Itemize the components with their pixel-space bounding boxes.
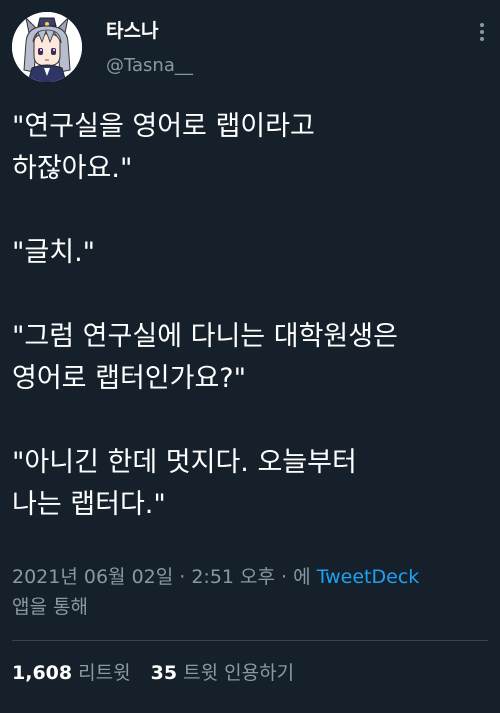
- tweet-stats: 1,608 리트윗 35 트윗 인용하기: [12, 660, 308, 686]
- tweet-paragraph: "글치.": [12, 232, 492, 274]
- avatar[interactable]: [12, 12, 82, 82]
- retweets-label: 리트윗: [78, 662, 131, 684]
- tweet-header: 타스나 @Tasna__: [0, 0, 500, 92]
- tweet-line: "글치.": [12, 237, 96, 268]
- tweet-line: "아니긴 한데 멋지다. 오늘부터: [12, 447, 357, 478]
- tweet-line: 나는 랩터다.": [12, 489, 166, 520]
- tweet-paragraph: "그럼 연구실에 다니는 대학원생은 영어로 랩터인가요?": [12, 316, 492, 400]
- tweet-paragraph: "연구실을 영어로 랩이라고 하잖아요.": [12, 106, 492, 190]
- tweet-line: "연구실을 영어로 랩이라고: [12, 111, 315, 142]
- via-suffix: 앱을 통해: [12, 596, 88, 618]
- tweet-metadata: 2021년 06월 02일 · 2:51 오후 · 에 TweetDeck 앱을…: [12, 562, 492, 622]
- quotes-label: 트윗 인용하기: [183, 662, 295, 684]
- avatar-image: [12, 12, 82, 82]
- tweet-line: 하잖아요.": [12, 153, 133, 184]
- quote-tweets-stat[interactable]: 35 트윗 인용하기: [151, 662, 294, 684]
- tweet-paragraph: "아니긴 한데 멋지다. 오늘부터 나는 랩터다.": [12, 442, 492, 526]
- more-vertical-icon[interactable]: [474, 20, 490, 44]
- user-handle[interactable]: @Tasna__: [106, 55, 193, 77]
- display-name[interactable]: 타스나: [106, 19, 158, 43]
- tweet-timestamp[interactable]: 2021년 06월 02일 · 2:51 오후 · 에: [12, 566, 311, 588]
- tweet-line: "그럼 연구실에 다니는 대학원생은: [12, 321, 398, 352]
- via-app-link[interactable]: TweetDeck: [317, 566, 420, 588]
- quotes-count: 35: [150, 662, 178, 684]
- retweets-count: 1,608: [12, 662, 73, 684]
- divider: [12, 640, 488, 641]
- tweet-line: 영어로 랩터인가요?": [12, 363, 247, 394]
- retweets-stat[interactable]: 1,608 리트윗: [12, 662, 131, 684]
- tweet-text: "연구실을 영어로 랩이라고 하잖아요." "글치." "그럼 연구실에 다니는…: [12, 106, 492, 526]
